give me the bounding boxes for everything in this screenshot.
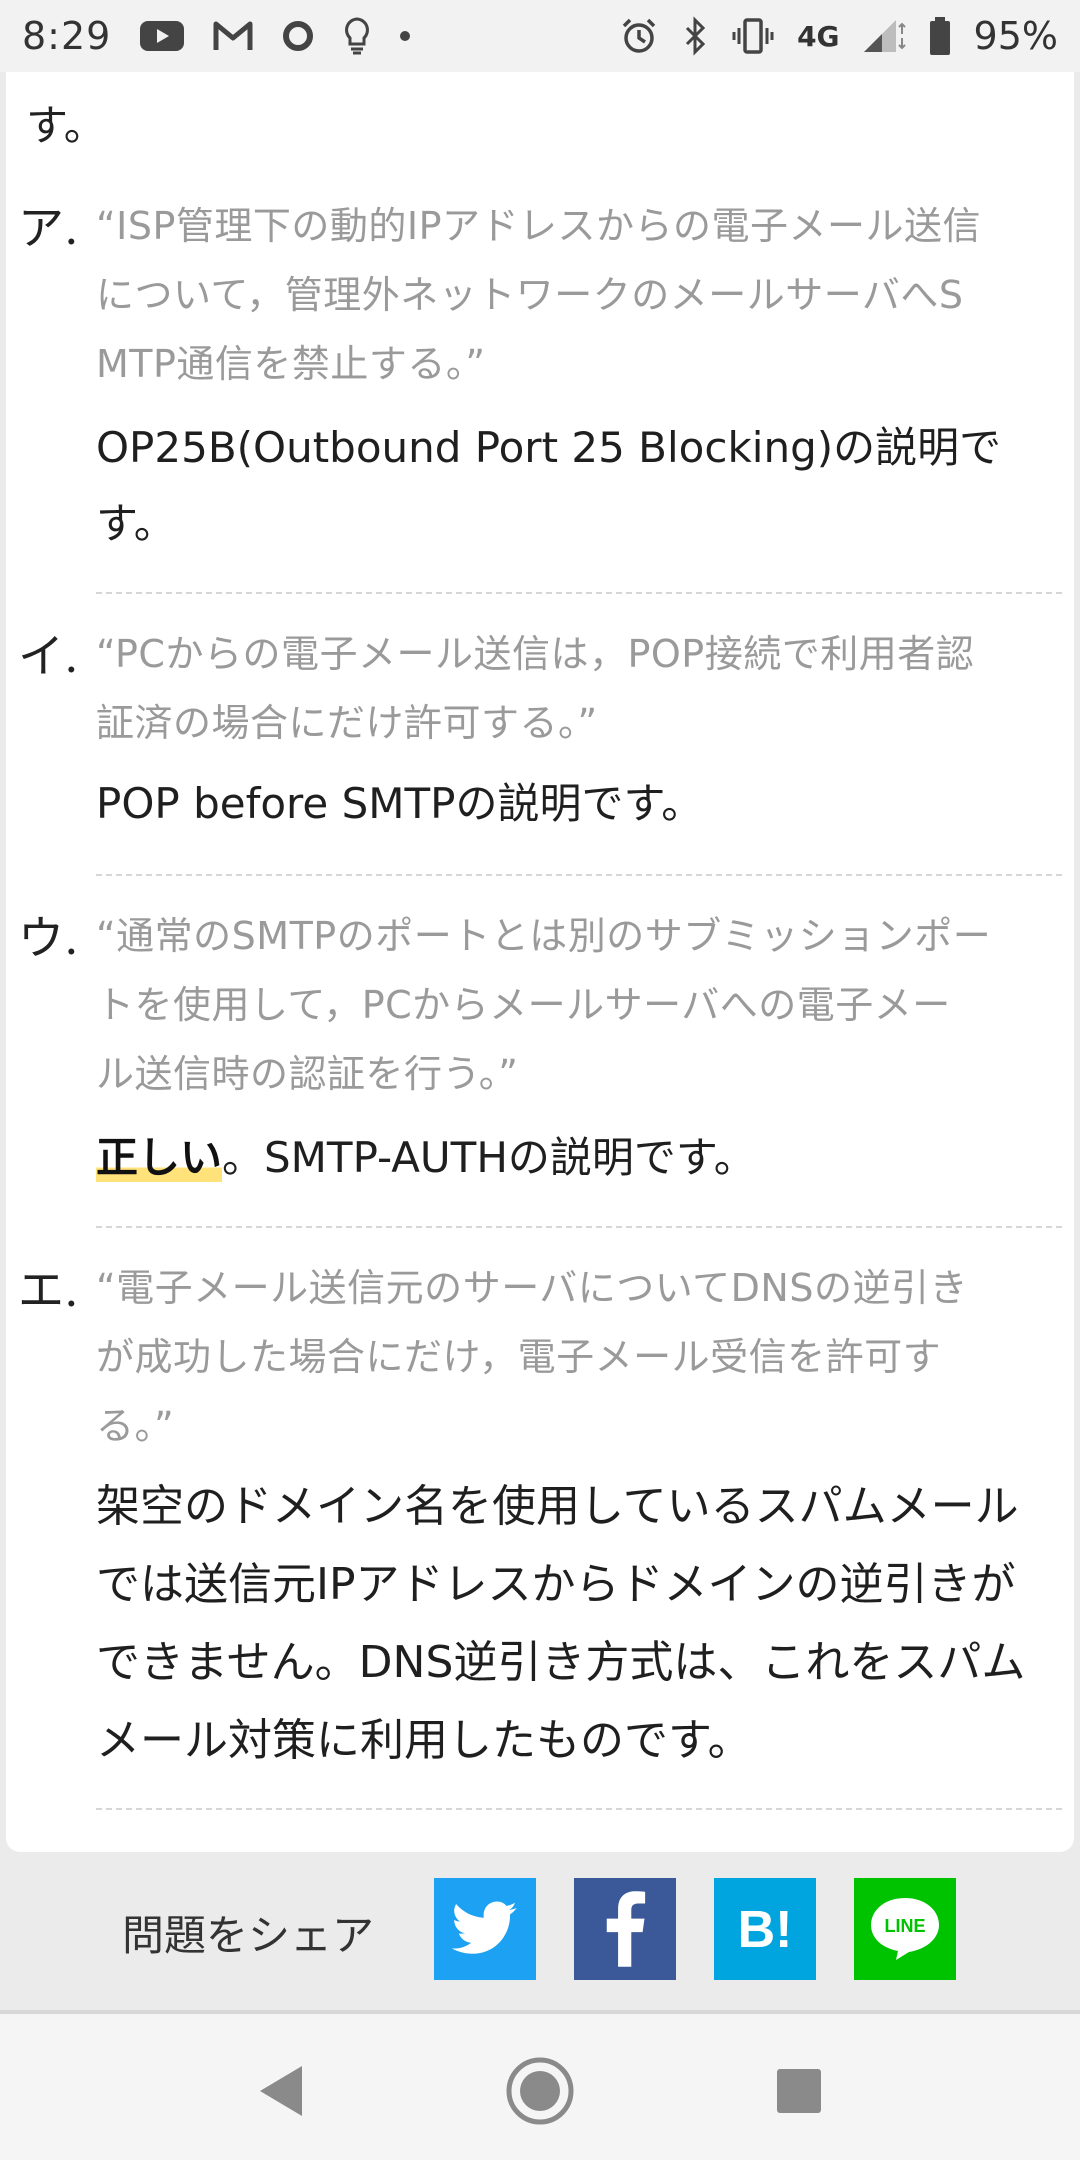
divider [96,874,1062,876]
option-explanation: OP25B(Outbound Port 25 Blocking)の説明で す。 [96,410,1056,562]
option-quote: “ISP管理下の動的IPアドレスからの電子メール送信 について，管理外ネットワー… [96,192,1056,399]
notification-dot-icon [399,30,411,42]
nav-back-button[interactable] [246,2056,316,2126]
share-facebook-button[interactable] [574,1878,676,1980]
answer-line: POP before SMTPの説明です。 [96,779,704,828]
circle-app-icon [281,19,315,53]
svg-text:B!: B! [738,1901,793,1959]
answer-text: 。SMTP-AUTHの説明です。 [222,1133,756,1182]
nav-recents-button[interactable] [764,2056,834,2126]
vibrate-icon [731,16,775,56]
network-type: 4G [797,19,840,53]
quote-line: 証済の場合にだけ許可する。” [96,701,598,745]
svg-text:LINE: LINE [884,1916,925,1936]
quote-line: “PCからの電子メール送信は，POP接続で利用者認 [96,632,975,676]
gmail-icon [213,20,253,52]
answer-line: OP25B(Outbound Port 25 Blocking)の説明で [96,423,1002,472]
explanation-card: す。 ア. “ISP管理下の動的IPアドレスからの電子メール送信 について，管理… [6,72,1074,1852]
share-twitter-button[interactable] [434,1878,536,1980]
intro-text: す。 [26,101,106,150]
quote-line: “通常のSMTPのポートとは別のサブミッションポー [96,914,992,958]
answer-line: す。 [96,499,176,548]
nav-home-button[interactable] [505,2056,575,2126]
quote-line: ル送信時の認証を行う。” [96,1052,519,1096]
option-quote: “通常のSMTPのポートとは別のサブミッションポー トを使用して，PCからメール… [96,902,1056,1109]
correct-answer-highlight: 正しい [96,1133,223,1182]
share-bar: 問題をシェア B! LINE [0,1860,1080,2000]
alarm-icon [619,16,659,56]
option-explanation: 正しい。SMTP-AUTHの説明です。 [96,1120,1056,1196]
quote-line: る。” [96,1404,175,1448]
twitter-bird-icon [452,1901,517,1954]
answer-line: できません。DNS逆引き方式は、これをスパム [96,1637,1026,1688]
home-circle-icon [506,2057,574,2125]
battery-percentage: 95% [973,14,1058,58]
option-quote: “PCからの電子メール送信は，POP接続で利用者認 証済の場合にだけ許可する。” [96,620,1056,758]
option-explanation: 架空のドメイン名を使用しているスパムメール では送信元IPアドレスからドメインの… [96,1468,1056,1780]
option-quote: “電子メール送信元のサーバについてDNSの逆引き が成功した場合にだけ，電子メー… [96,1254,1056,1461]
share-line-button[interactable]: LINE [854,1878,956,1980]
navigation-bar [0,2014,1080,2160]
back-triangle-icon [260,2066,302,2116]
hatena-bookmark-icon: B! [738,1901,793,1959]
answer-line: 架空のドメイン名を使用しているスパムメール [96,1481,1019,1532]
quote-line: “電子メール送信元のサーバについてDNSの逆引き [96,1266,968,1310]
option-marker: ア. [18,201,79,255]
option-marker: ウ. [18,911,79,965]
signal-icon [862,18,906,54]
divider [96,592,1062,594]
quote-line: トを使用して，PCからメールサーバへの電子メー [96,983,951,1027]
quote-line: MTP通信を禁止する。” [96,342,486,386]
quote-line: が成功した場合にだけ，電子メール受信を許可す [96,1335,942,1379]
divider [96,1808,1062,1810]
option-marker: イ. [18,629,79,683]
recents-square-icon [777,2069,821,2113]
battery-icon [928,16,952,56]
lightbulb-icon [343,16,371,56]
quote-line: について，管理外ネットワークのメールサーバへS [96,273,964,317]
share-hatena-button[interactable]: B! [714,1878,816,1980]
line-icon: LINE [871,1898,939,1960]
status-bar: 8:29 4G 95% [0,0,1080,72]
option-marker: エ. [18,1263,79,1317]
answer-line: メール対策に利用したものです。 [96,1715,752,1766]
quote-line: “ISP管理下の動的IPアドレスからの電子メール送信 [96,204,982,248]
option-explanation: POP before SMTPの説明です。 [96,766,1056,842]
share-label: 問題をシェア [122,1911,375,1960]
divider [96,1226,1062,1228]
status-time: 8:29 [22,14,112,58]
facebook-f-icon [606,1891,646,1967]
answer-line: では送信元IPアドレスからドメインの逆引きが [96,1559,1016,1610]
youtube-icon [139,19,185,53]
bluetooth-icon [681,16,709,56]
